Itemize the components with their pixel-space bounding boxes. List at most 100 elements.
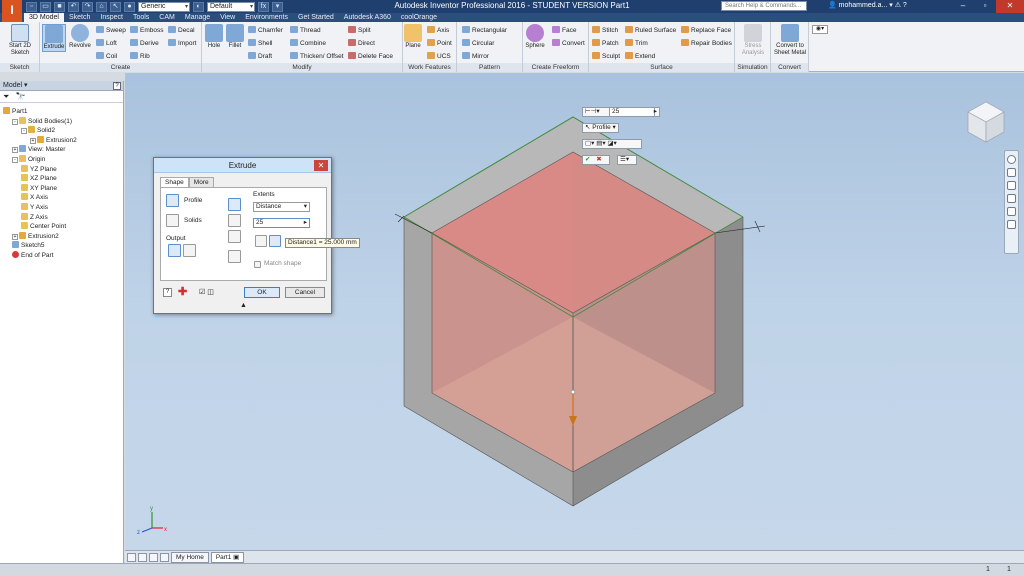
distance-mini-toolbar[interactable]: ⊢⊣▾ 25 ▸ xyxy=(582,107,660,117)
sculpt-button[interactable]: Sculpt xyxy=(592,52,620,61)
help-icon[interactable]: ? xyxy=(163,288,172,297)
cancel-button[interactable]: Cancel xyxy=(285,287,325,298)
tab-inspect[interactable]: Inspect xyxy=(95,13,128,22)
tab-3d-model[interactable]: 3D Model xyxy=(24,13,64,22)
tab-tools[interactable]: Tools xyxy=(128,13,154,22)
tree-item[interactable]: + Extrusion2 xyxy=(0,231,123,242)
axis-button[interactable]: Axis xyxy=(427,26,449,35)
tab-environments[interactable]: Environments xyxy=(240,13,293,22)
mini-output-buttons[interactable]: ▢▾ ▤▾ ◪▾ xyxy=(582,139,642,149)
tree-item[interactable]: + Extrusion2 xyxy=(0,135,123,146)
tree-item[interactable]: XY Plane xyxy=(0,183,123,194)
profile-select-button[interactable] xyxy=(166,194,179,207)
customize-icon[interactable]: ▾ xyxy=(272,1,283,12)
app-logo[interactable]: I xyxy=(2,0,22,22)
user-account[interactable]: 👤 mohammed.a... ▾ ⚠ ? xyxy=(828,1,907,11)
start-sketch-button[interactable]: Start 2D Sketch xyxy=(3,24,37,57)
circular-button[interactable]: Circular xyxy=(462,39,494,48)
browser-title[interactable]: Model xyxy=(3,82,22,89)
stitch-button[interactable]: Stitch xyxy=(592,26,618,35)
viewcube[interactable] xyxy=(966,100,1006,146)
direction1-button[interactable] xyxy=(255,235,267,247)
fillet-button[interactable]: Fillet xyxy=(225,24,245,50)
rib-button[interactable]: Rib xyxy=(130,52,150,61)
tree-item[interactable]: Center Point xyxy=(0,222,123,232)
split-button[interactable]: Split xyxy=(348,26,371,35)
combine-button[interactable]: Combine xyxy=(290,39,326,48)
tree-item[interactable]: - Solid Bodies(1) xyxy=(0,116,123,127)
arrange-icon[interactable] xyxy=(149,552,158,562)
save-icon[interactable]: ■ xyxy=(54,1,65,12)
intersect-button[interactable] xyxy=(228,230,241,243)
distance-input[interactable]: 25 ▸ xyxy=(253,218,310,228)
dialog-title-bar[interactable]: Extrude ✕ xyxy=(154,158,331,173)
extents-select[interactable]: Distance ▾ xyxy=(253,202,310,212)
help-icon[interactable]: ? xyxy=(113,82,121,90)
tree-item[interactable]: + View: Master xyxy=(0,145,123,155)
orbit-icon[interactable] xyxy=(1007,194,1016,203)
direction2-button[interactable] xyxy=(269,235,281,247)
hole-button[interactable]: Hole xyxy=(204,24,224,50)
decal-button[interactable]: Decal xyxy=(168,26,195,35)
collapse-icon[interactable]: - xyxy=(12,156,18,163)
extend-button[interactable]: Extend xyxy=(625,52,655,61)
cancel-x-icon[interactable]: ✖ xyxy=(596,156,601,163)
close-icon[interactable]: ✕ xyxy=(314,160,328,171)
mini-distance-input[interactable]: 25 xyxy=(609,107,655,117)
chevron-right-icon[interactable]: ▸ xyxy=(654,108,657,116)
tab-coolorange[interactable]: coolOrange xyxy=(396,13,442,22)
draft-button[interactable]: Draft xyxy=(248,52,272,61)
preview-checkbox[interactable]: ☑ ◫ xyxy=(199,288,214,296)
expand-icon[interactable]: + xyxy=(30,137,36,144)
tile-icon[interactable] xyxy=(127,552,136,562)
home-icon[interactable]: ⌂ xyxy=(96,1,107,12)
tree-item[interactable]: - Origin xyxy=(0,154,123,165)
appearance-icon[interactable]: ◐ xyxy=(193,1,204,12)
join-button[interactable] xyxy=(228,198,241,211)
trim-button[interactable]: Trim xyxy=(625,39,648,48)
point-button[interactable]: Point xyxy=(427,39,452,48)
delete-face-button[interactable]: Delete Face xyxy=(348,52,393,61)
zoom-all-icon[interactable] xyxy=(1007,220,1016,229)
revolve-button[interactable]: Revolve xyxy=(68,24,92,50)
replace-face-button[interactable]: Replace Face xyxy=(681,26,731,35)
plane-button[interactable]: Plane xyxy=(404,24,422,50)
open-icon[interactable]: ▭ xyxy=(40,1,51,12)
tree-item[interactable]: - Solid2 xyxy=(0,126,123,136)
rectangular-button[interactable]: Rectangular xyxy=(462,26,507,35)
pan-icon[interactable] xyxy=(1007,168,1016,177)
expand-icon[interactable]: + xyxy=(12,233,18,240)
fx-icon[interactable]: fx xyxy=(258,1,269,12)
select-icon[interactable]: ↖ xyxy=(110,1,121,12)
loft-button[interactable]: Loft xyxy=(96,39,117,48)
extrude-button[interactable]: Extrude xyxy=(42,24,66,52)
ucs-button[interactable]: UCS xyxy=(427,52,451,61)
ruled-surface-button[interactable]: Ruled Surface xyxy=(625,26,676,35)
convert-button[interactable]: Convert xyxy=(552,39,585,48)
undo-icon[interactable]: ↶ xyxy=(68,1,79,12)
ok-button[interactable]: OK xyxy=(244,287,280,298)
cascade-icon[interactable] xyxy=(138,552,147,562)
mini-profile-button[interactable]: ↖ Profile ▾ xyxy=(582,123,619,133)
patch-button[interactable]: Patch xyxy=(592,39,619,48)
color-icon[interactable]: ● xyxy=(124,1,135,12)
ribbon-options-button[interactable]: ◉▾ xyxy=(812,25,828,34)
steering-wheel-icon[interactable] xyxy=(1007,155,1016,164)
tab-part1[interactable]: Part1 ▣ xyxy=(210,551,245,563)
material-select[interactable]: Generic ▾ xyxy=(138,1,190,12)
tree-item[interactable]: Part1 xyxy=(0,107,123,117)
match-shape-checkbox[interactable] xyxy=(254,261,261,268)
new-solid-button[interactable] xyxy=(228,250,241,263)
tab-manage[interactable]: Manage xyxy=(180,13,215,22)
coil-button[interactable]: Coil xyxy=(96,52,117,61)
stress-analysis-button[interactable]: Stress Analysis xyxy=(737,24,769,57)
appearance-select[interactable]: Default ▾ xyxy=(207,1,255,12)
zoom-icon[interactable] xyxy=(1007,181,1016,190)
find-icon[interactable]: 🔭 xyxy=(16,92,26,101)
maximize-icon[interactable]: ▫ xyxy=(974,0,996,13)
help-search-input[interactable]: Search Help & Commands... xyxy=(721,1,807,11)
window-list-icon[interactable] xyxy=(160,552,169,562)
tab-view[interactable]: View xyxy=(215,13,240,22)
close-icon[interactable]: ✕ xyxy=(996,0,1024,13)
thicken-offset-button[interactable]: Thicken/ Offset xyxy=(290,52,344,61)
